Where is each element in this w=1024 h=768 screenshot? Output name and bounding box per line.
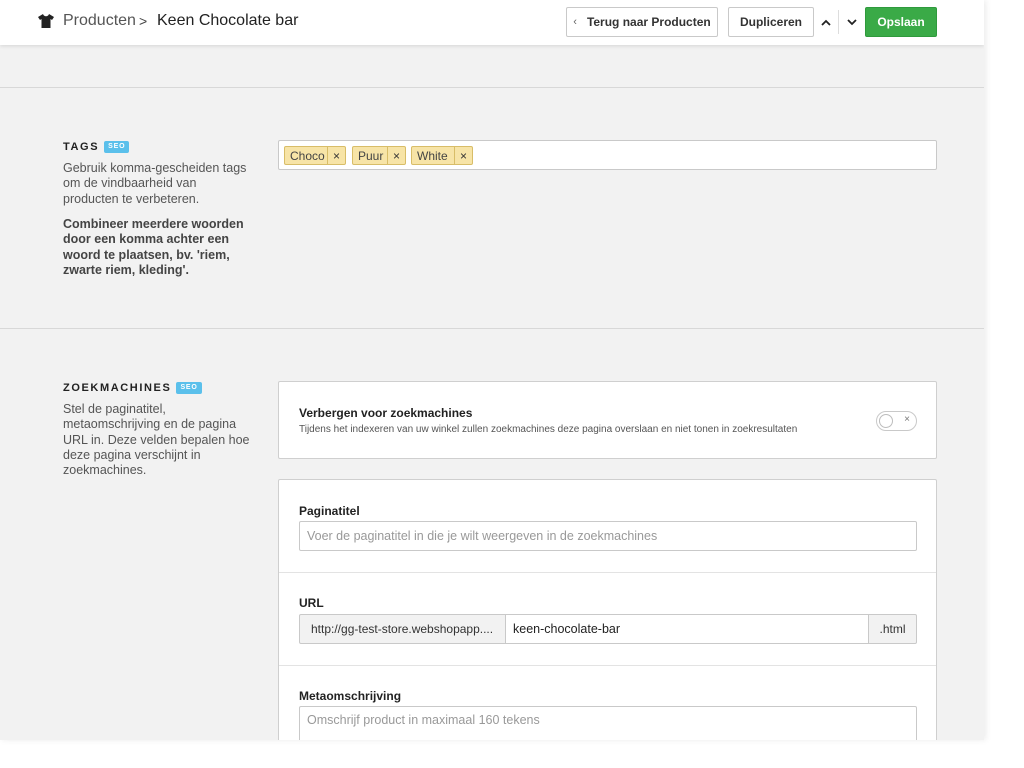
section-divider <box>0 87 984 88</box>
chevron-up-icon <box>821 19 831 26</box>
breadcrumb-separator-icon: > <box>139 13 148 29</box>
page-title-label: Paginatitel <box>299 504 360 518</box>
remove-tag-icon[interactable]: × <box>327 147 345 164</box>
seo-title-text: ZOEKMACHINES <box>63 382 172 394</box>
hide-from-search-description: Tijdens het indexeren van uw winkel zull… <box>299 424 798 435</box>
tag-label: Puur <box>358 148 384 163</box>
tags-title-text: TAGS <box>63 141 100 153</box>
hide-from-search-title: Verbergen voor zoekmachines <box>299 406 473 420</box>
field-divider <box>279 665 936 666</box>
section-divider <box>0 328 984 329</box>
toggle-knob <box>879 414 893 428</box>
seo-fields-panel: Paginatitel Voer de paginatitel in die j… <box>278 479 937 740</box>
hide-from-search-toggle[interactable]: × <box>876 411 917 431</box>
product-edit-page: Producten > Keen Chocolate bar ‹ Terug n… <box>0 0 984 740</box>
tags-description: Gebruik komma-gescheiden tags om de vind… <box>63 161 247 206</box>
url-label: URL <box>299 596 324 610</box>
breadcrumb-root-link[interactable]: Producten <box>63 12 136 30</box>
save-button[interactable]: Opslaan <box>865 7 937 37</box>
previous-product-button[interactable] <box>814 7 838 37</box>
tag-chip: Puur × <box>352 146 406 165</box>
duplicate-button[interactable]: Dupliceren <box>728 7 814 37</box>
back-button-label: Terug naar Producten <box>586 15 711 29</box>
tag-label: Choco <box>290 148 325 163</box>
seo-description: Stel de paginatitel, metaomschrijving en… <box>63 402 250 478</box>
remove-tag-icon[interactable]: × <box>454 147 472 164</box>
page-title: Keen Chocolate bar <box>157 12 299 29</box>
url-slug-input[interactable]: keen-chocolate-bar <box>505 614 869 644</box>
nav-divider <box>838 10 839 34</box>
url-field-group: http://gg-test-store.webshopapp.... keen… <box>299 614 917 644</box>
tags-input[interactable]: Choco × Puur × White × <box>278 140 937 170</box>
tshirt-icon <box>38 14 54 28</box>
page-title-input[interactable]: Voer de paginatitel in die je wilt weerg… <box>299 521 917 551</box>
tag-label: White <box>417 148 448 163</box>
tags-hint: Combineer meerdere woorden door een komm… <box>63 217 244 277</box>
tags-section-title: TAGS SEO <box>63 141 130 153</box>
back-to-products-button[interactable]: ‹ Terug naar Producten <box>566 7 718 37</box>
tag-chip: White × <box>411 146 473 165</box>
toggle-off-icon: × <box>904 414 910 425</box>
hide-from-search-panel: Verbergen voor zoekmachines Tijdens het … <box>278 381 937 459</box>
top-bar: Producten > Keen Chocolate bar ‹ Terug n… <box>0 0 984 45</box>
next-product-button[interactable] <box>840 7 864 37</box>
meta-description-label: Metaomschrijving <box>299 689 402 703</box>
chevron-left-icon: ‹ <box>573 16 577 28</box>
seo-badge: SEO <box>176 382 202 394</box>
remove-tag-icon[interactable]: × <box>387 147 405 164</box>
seo-badge: SEO <box>104 141 130 153</box>
meta-description-textarea[interactable]: Omschrijf product in maximaal 160 tekens <box>299 706 917 740</box>
chevron-down-icon <box>847 18 857 25</box>
tag-chip: Choco × <box>284 146 346 165</box>
field-divider <box>279 572 936 573</box>
url-suffix: .html <box>868 614 917 644</box>
url-prefix: http://gg-test-store.webshopapp.... <box>299 614 506 644</box>
seo-section-title: ZOEKMACHINES SEO <box>63 382 202 394</box>
